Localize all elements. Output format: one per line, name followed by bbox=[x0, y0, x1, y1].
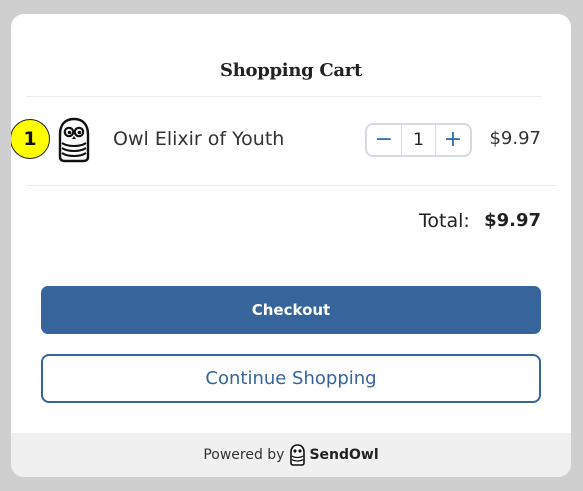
powered-by-label: Powered by bbox=[203, 447, 285, 463]
quantity-stepper: − 1 + bbox=[365, 123, 472, 157]
sendowl-brand-name[interactable]: SendOwl bbox=[309, 447, 378, 463]
owl-logo-icon bbox=[58, 117, 90, 163]
shopping-cart-panel: Shopping Cart 1 Owl Elixir of Youth − 1 … bbox=[11, 14, 571, 477]
divider bbox=[26, 185, 556, 186]
total-value: $9.97 bbox=[484, 210, 541, 231]
quantity-value[interactable]: 1 bbox=[401, 125, 436, 155]
cart-title: Shopping Cart bbox=[220, 60, 362, 81]
cart-item-row: 1 Owl Elixir of Youth − 1 + $9.97 bbox=[11, 110, 571, 170]
increase-quantity-button[interactable]: + bbox=[436, 125, 470, 155]
divider bbox=[26, 96, 541, 97]
sendowl-logo-icon bbox=[290, 444, 306, 466]
powered-by-footer: Powered by SendOwl bbox=[11, 433, 571, 477]
item-name[interactable]: Owl Elixir of Youth bbox=[113, 128, 284, 150]
checkout-button[interactable]: Checkout bbox=[41, 286, 541, 334]
total-label: Total: bbox=[419, 210, 470, 232]
item-price: $9.97 bbox=[489, 128, 541, 149]
item-count-badge: 1 bbox=[11, 119, 50, 159]
continue-shopping-button[interactable]: Continue Shopping bbox=[41, 354, 541, 403]
decrease-quantity-button[interactable]: − bbox=[367, 125, 401, 155]
